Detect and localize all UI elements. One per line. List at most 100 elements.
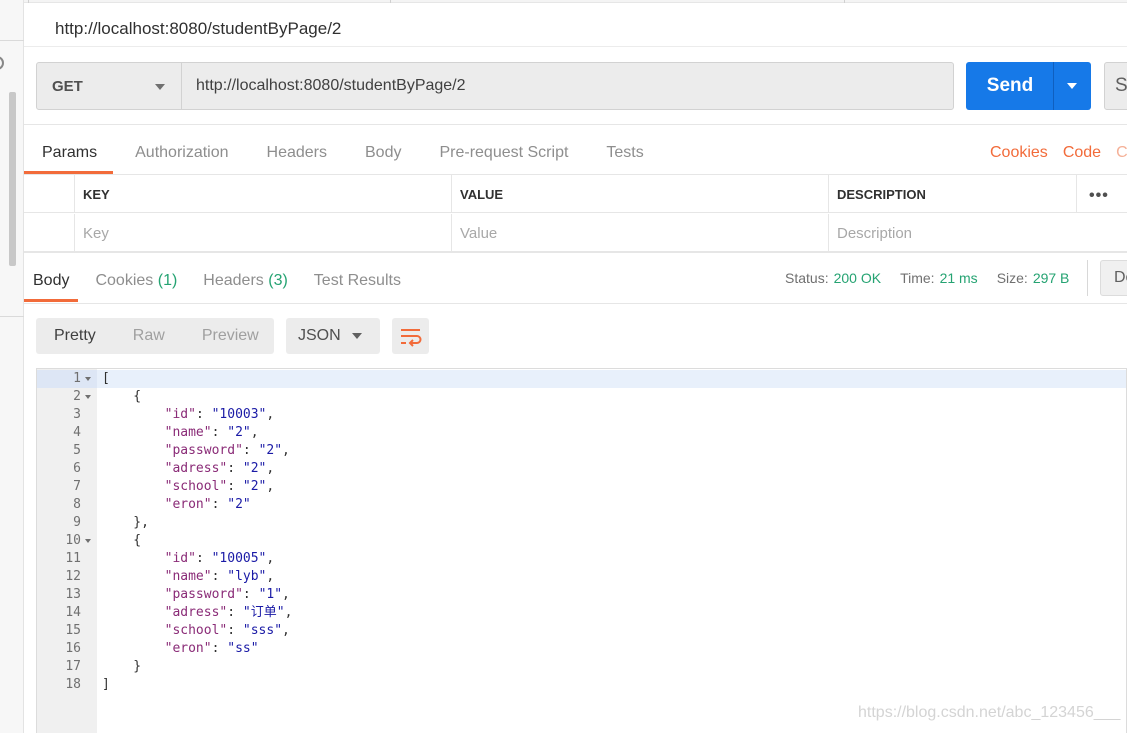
code-text: "id": "10005", xyxy=(164,551,275,566)
chevron-down-icon xyxy=(352,333,362,339)
comments-link[interactable]: Co xyxy=(1116,144,1127,162)
sidebar-divider xyxy=(0,316,24,317)
code-line: }, xyxy=(97,514,1126,532)
code-text: } xyxy=(102,659,142,674)
time-value[interactable]: 21 ms xyxy=(940,270,978,286)
sidebar-divider xyxy=(0,40,24,41)
tab-headers[interactable]: Headers xyxy=(267,144,327,174)
method-select[interactable]: GET xyxy=(36,62,182,110)
value-input[interactable]: Value xyxy=(451,214,828,252)
count-badge: (1) xyxy=(157,272,178,289)
tab-separator xyxy=(390,0,391,3)
tab-label: Cookies xyxy=(95,272,154,289)
line-number: 15 xyxy=(65,623,81,638)
code-text: "name": "2", xyxy=(164,425,259,440)
sidebar-scrollbar[interactable] xyxy=(9,92,16,266)
method-label: GET xyxy=(52,77,83,95)
line-number: 7 xyxy=(73,479,81,494)
json-key: "id" xyxy=(164,551,196,566)
code-line: { xyxy=(97,532,1126,550)
code-line: "name": "lyb", xyxy=(97,568,1126,586)
format-select[interactable]: JSON xyxy=(286,318,380,354)
line-number: 17 xyxy=(65,659,81,674)
url-value: http://localhost:8080/studentByPage/2 xyxy=(196,77,466,94)
url-input[interactable]: http://localhost:8080/studentByPage/2 xyxy=(181,62,954,110)
format-label: JSON xyxy=(298,327,341,344)
request-title: http://localhost:8080/studentByPage/2 xyxy=(55,19,342,38)
json-value: "sss" xyxy=(242,623,283,638)
json-key: "eron" xyxy=(164,497,212,512)
tab-test-results[interactable]: Test Results xyxy=(314,272,401,302)
line-number: 18 xyxy=(65,677,81,692)
tab-response-body[interactable]: Body xyxy=(24,272,69,302)
tab-bar xyxy=(24,0,1127,3)
count-badge: (3) xyxy=(268,272,288,289)
json-value: "2" xyxy=(258,443,283,458)
wrap-lines-icon xyxy=(401,329,422,347)
status-label: Status: xyxy=(785,270,829,286)
preview-button[interactable]: Preview xyxy=(202,327,259,345)
more-options-icon[interactable]: ••• xyxy=(1089,187,1109,205)
table-header: KEY VALUE DESCRIPTION ••• xyxy=(24,175,1127,213)
code-text: "adress": "订单", xyxy=(164,605,293,620)
code-line: "id": "10005", xyxy=(97,550,1126,568)
code-line: [ xyxy=(97,370,1126,388)
tab-params[interactable]: Params xyxy=(24,144,97,174)
tab-response-cookies[interactable]: Cookies (1) xyxy=(95,272,177,302)
divider xyxy=(24,124,1127,125)
fold-toggle-icon[interactable] xyxy=(85,532,93,550)
size-label: Size: xyxy=(996,270,1028,286)
save-button[interactable]: Sa xyxy=(1104,62,1127,110)
request-tabs: Params Authorization Headers Body Pre-re… xyxy=(24,144,682,174)
code-line: "school": "2", xyxy=(97,478,1126,496)
json-key: "eron" xyxy=(164,641,212,656)
code-line: "password": "2", xyxy=(97,442,1126,460)
code-line: "name": "2", xyxy=(97,424,1126,442)
raw-button[interactable]: Raw xyxy=(133,327,165,345)
code-area[interactable]: [ { "id": "10003", "name": "2", "passwor… xyxy=(97,369,1126,733)
tab-response-headers[interactable]: Headers (3) xyxy=(203,272,288,302)
json-value: "2" xyxy=(242,461,267,476)
fold-toggle-icon[interactable] xyxy=(85,370,93,388)
code-text: "school": "sss", xyxy=(164,623,290,638)
line-number: 2 xyxy=(73,389,81,404)
tab-tests[interactable]: Tests xyxy=(606,144,643,174)
divider xyxy=(24,303,1127,304)
fold-toggle-icon[interactable] xyxy=(85,388,93,406)
code-text: "eron": "ss" xyxy=(164,641,259,656)
pretty-button[interactable]: Pretty xyxy=(36,327,96,345)
sidebar-icon[interactable] xyxy=(0,56,4,70)
tab-body[interactable]: Body xyxy=(365,144,401,174)
json-value: "10005" xyxy=(211,551,267,566)
view-mode-group: Pretty Raw Preview xyxy=(36,318,274,354)
json-value: "2" xyxy=(227,497,251,512)
json-key: "school" xyxy=(164,623,228,638)
json-key: "name" xyxy=(164,425,212,440)
download-button[interactable]: De xyxy=(1100,260,1127,296)
code-line: { xyxy=(97,388,1126,406)
code-line: "id": "10003", xyxy=(97,406,1126,424)
value-column-header: VALUE xyxy=(451,175,828,213)
response-body-editor[interactable]: 1 2 3 4 5 6 7 8 9 10 11 12 13 14 15 16 17 18 [ { "id": "1… xyxy=(36,368,1127,733)
tab-pre-request-script[interactable]: Pre-request Script xyxy=(439,144,568,174)
send-options-button[interactable] xyxy=(1053,62,1091,110)
send-button[interactable]: Send xyxy=(966,62,1054,110)
size-value[interactable]: 297 B xyxy=(1033,270,1070,286)
line-number: 16 xyxy=(65,641,81,656)
key-input[interactable]: Key xyxy=(74,214,451,252)
description-input[interactable]: Description xyxy=(828,214,1127,252)
code-line: "adress": "2", xyxy=(97,460,1126,478)
json-value: "lyb" xyxy=(227,569,267,584)
code-text: { xyxy=(102,389,142,404)
status-value[interactable]: 200 OK xyxy=(834,270,881,286)
request-links: Cookies Code Co xyxy=(990,144,1127,162)
line-number: 6 xyxy=(73,461,81,476)
divider xyxy=(1087,260,1088,296)
json-key: "id" xyxy=(164,407,196,422)
json-key: "password" xyxy=(164,587,243,602)
tab-separator xyxy=(844,0,845,3)
tab-authorization[interactable]: Authorization xyxy=(135,144,228,174)
cookies-link[interactable]: Cookies xyxy=(990,144,1048,162)
wrap-lines-button[interactable] xyxy=(392,318,429,354)
code-link[interactable]: Code xyxy=(1063,144,1101,162)
